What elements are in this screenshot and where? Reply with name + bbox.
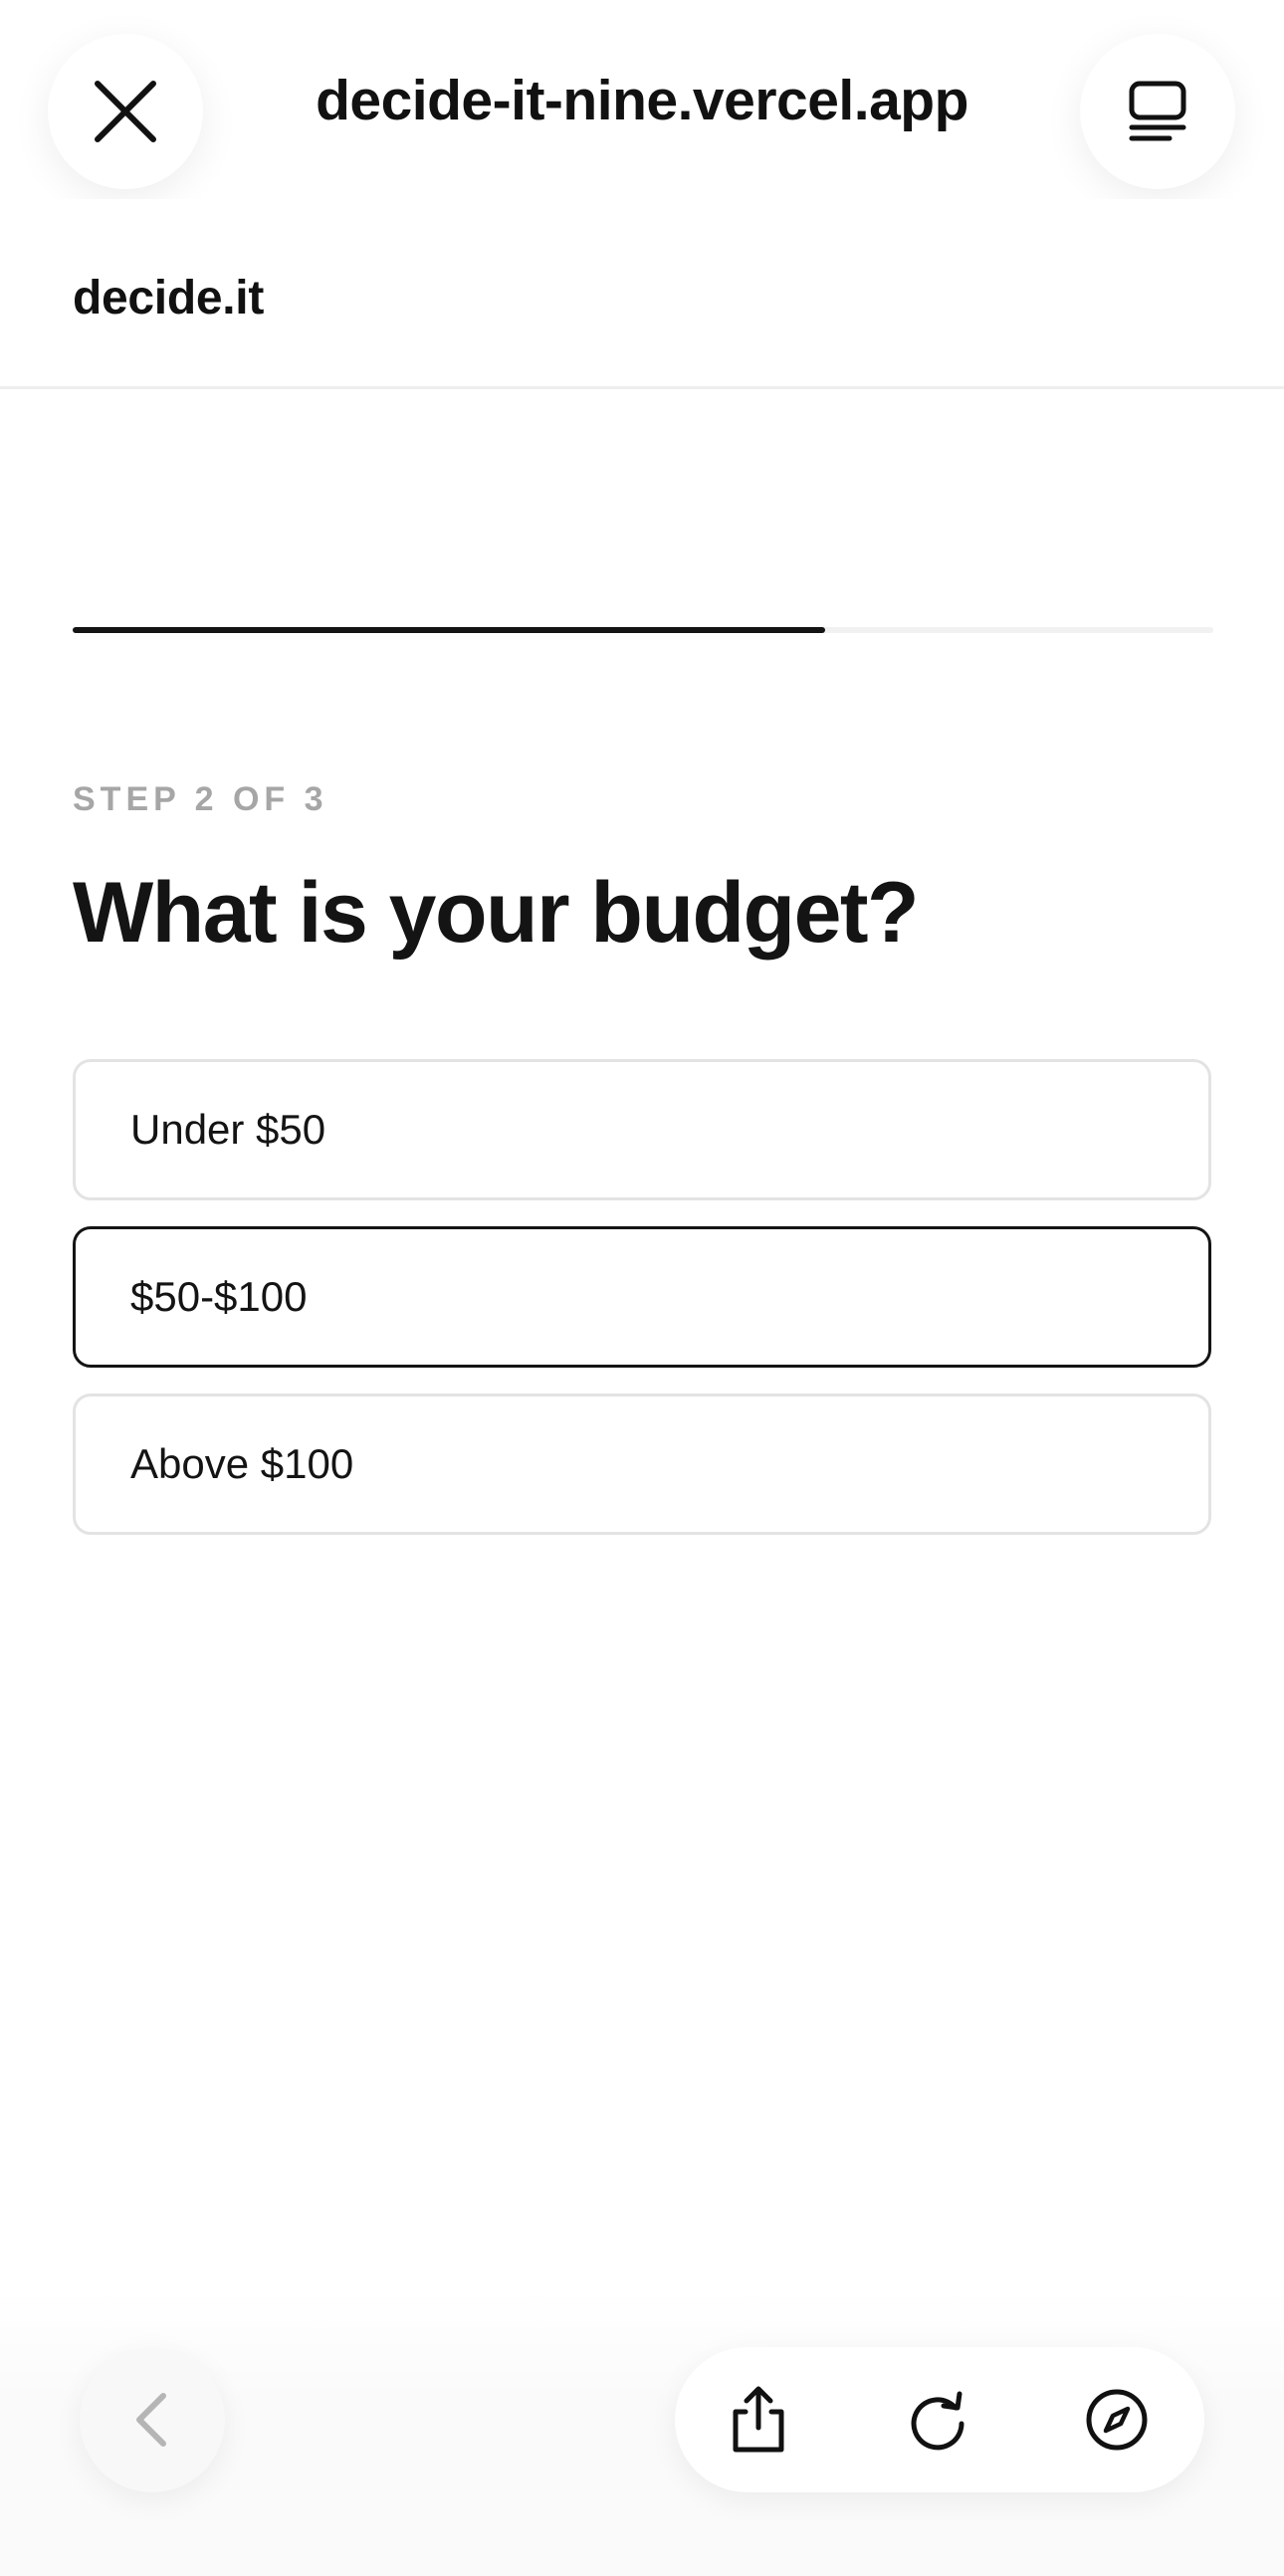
- progress-fill: [73, 627, 826, 633]
- share-icon: [733, 2386, 784, 2453]
- close-icon: [95, 81, 156, 142]
- option-under-50[interactable]: Under $50: [73, 1059, 1211, 1200]
- back-button[interactable]: [80, 2347, 225, 2492]
- option-50-100[interactable]: $50-$100: [73, 1226, 1211, 1368]
- options-list: Under $50 $50-$100 Above $100: [73, 1059, 1211, 1561]
- browser-top-bar: decide-it-nine.vercel.app: [0, 0, 1284, 199]
- progress-bar: [73, 627, 1213, 633]
- option-above-100[interactable]: Above $100: [73, 1394, 1211, 1535]
- site-logo[interactable]: decide.it: [73, 271, 264, 325]
- site-header: decide.it: [0, 199, 1284, 389]
- share-button[interactable]: [719, 2380, 798, 2460]
- url-text[interactable]: decide-it-nine.vercel.app: [239, 68, 1045, 133]
- chevron-left-icon: [136, 2393, 166, 2447]
- reload-button[interactable]: [898, 2380, 977, 2460]
- compass-button[interactable]: [1077, 2380, 1157, 2460]
- compass-icon: [1086, 2389, 1148, 2451]
- reload-icon: [911, 2391, 964, 2451]
- close-button[interactable]: [48, 34, 203, 189]
- browser-actions: [675, 2347, 1204, 2492]
- tabs-icon: [1129, 81, 1186, 141]
- tabs-button[interactable]: [1080, 34, 1235, 189]
- question-title: What is your budget?: [73, 865, 920, 961]
- step-label: STEP 2 OF 3: [73, 780, 328, 818]
